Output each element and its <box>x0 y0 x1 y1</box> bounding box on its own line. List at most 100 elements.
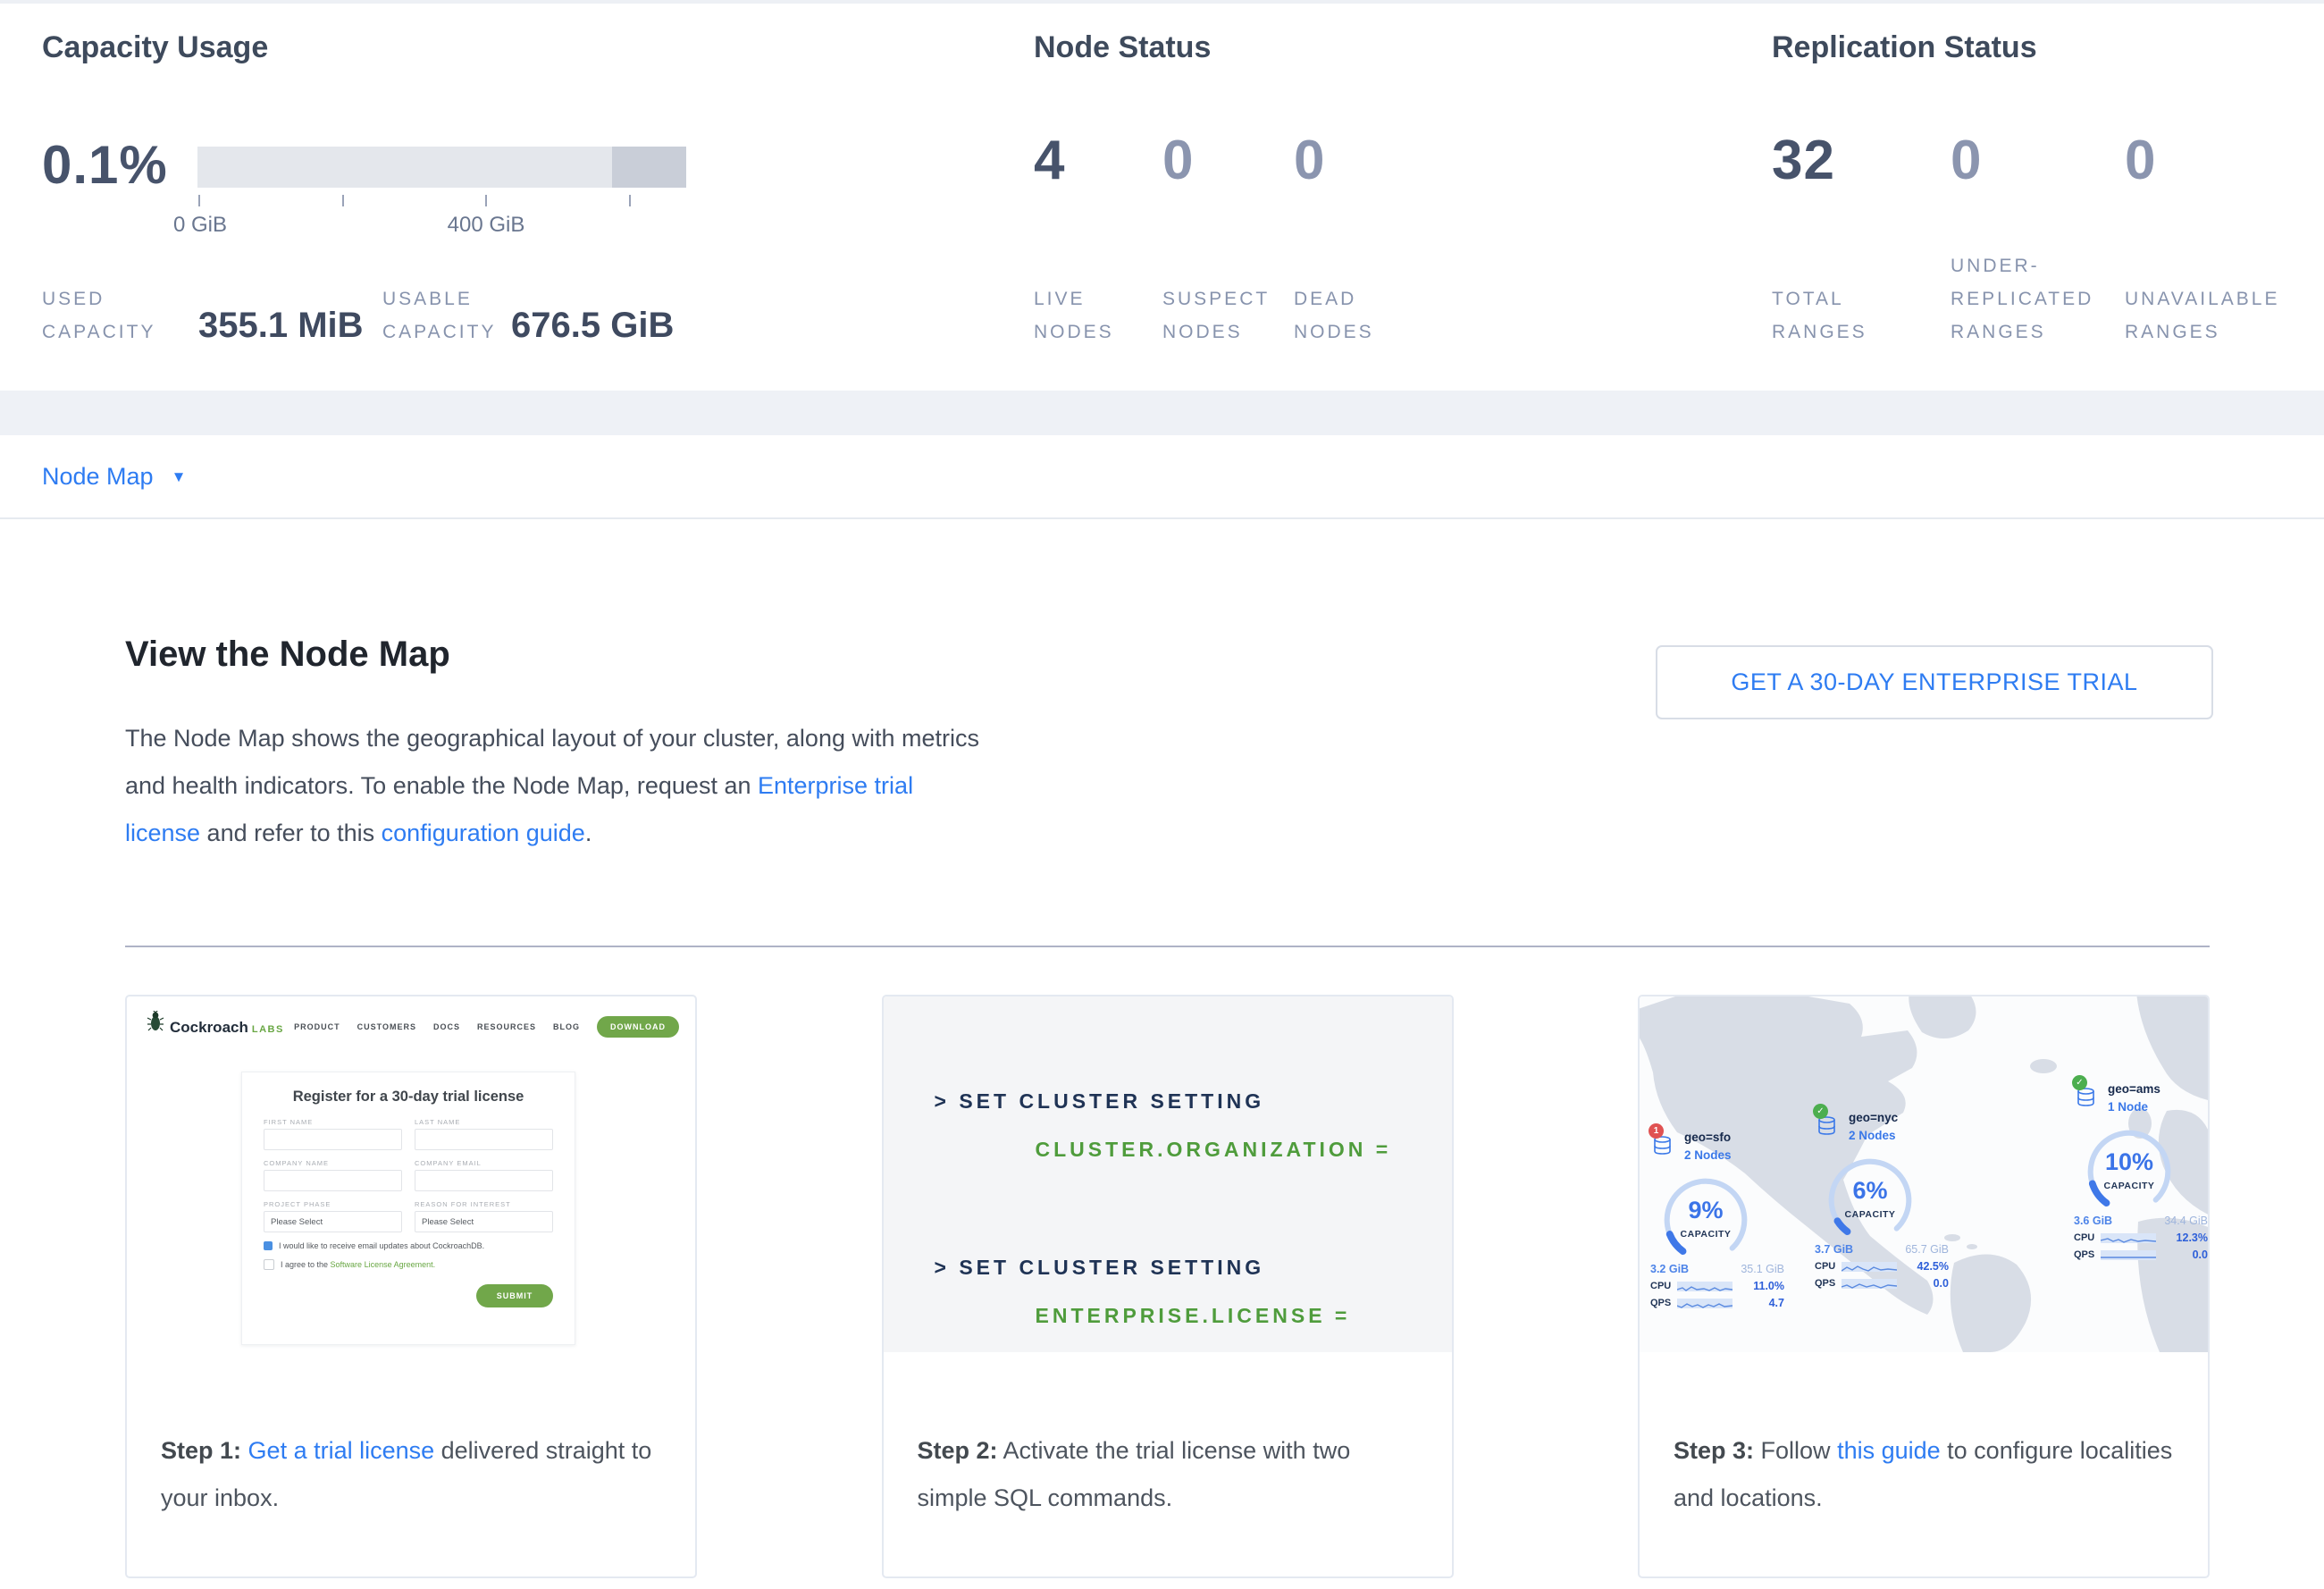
node-count: 2 Nodes <box>1849 1127 1951 1145</box>
section-gap <box>0 391 2324 435</box>
capacity-gauge: 10% CAPACITY <box>2083 1125 2176 1215</box>
usable-capacity-label: USABLE CAPACITY <box>382 282 496 349</box>
sql-line: CLUSTER.ORGANIZATION = <box>1036 1138 1392 1162</box>
page-title: View the Node Map <box>125 635 450 675</box>
unavailable-ranges-label: UNAVAILABLE RANGES <box>2125 282 2279 349</box>
map-node-nyc: ✓ geo=nyc 2 Nodes <box>1815 1109 1951 1290</box>
under-replicated-ranges-count: 0 <box>1951 129 1982 192</box>
company-name-field <box>264 1170 402 1191</box>
capacity-gauge: 6% CAPACITY <box>1824 1154 1917 1243</box>
qps-stat: QPS 0.0 <box>2074 1248 2208 1261</box>
node-count: 1 Node <box>2108 1098 2210 1116</box>
site-header: Cockroach LABS PRODUCT CUSTOMERS DOCS RE… <box>127 996 695 1050</box>
warning-badge-icon: 1 <box>1649 1123 1664 1139</box>
dead-nodes-label: DEAD NODES <box>1294 282 1374 349</box>
configuration-guide-link[interactable]: configuration guide <box>382 820 585 846</box>
capacity-tick-label-0: 0 GiB <box>173 213 227 238</box>
step1-caption: Step 1: Get a trial license delivered st… <box>161 1427 667 1522</box>
cpu-sparkline <box>2101 1233 2156 1243</box>
company-email-label: COMPANY EMAIL <box>415 1159 553 1167</box>
under-replicated-ranges-label: UNDER- REPLICATED RANGES <box>1951 249 2093 349</box>
cluster-overview-page: Capacity Usage 0.1% 0 GiB 400 GiB USED C… <box>0 0 2324 1589</box>
download-button: DOWNLOAD <box>597 1016 679 1038</box>
step3-caption: Step 3: Follow this guide to configure l… <box>1674 1427 2179 1522</box>
caret-down-icon[interactable]: ▼ <box>172 468 187 486</box>
used-capacity-value: 355.1 MiB <box>198 306 364 346</box>
nav-product: PRODUCT <box>294 1022 340 1031</box>
cpu-stat: CPU 12.3% <box>2074 1232 2208 1244</box>
sql-snippet: > SET CLUSTER SETTING CLUSTER.ORGANIZATI… <box>884 996 1452 1352</box>
step2-caption: Step 2: Activate the trial license with … <box>918 1427 1423 1522</box>
total-ranges-count: 32 <box>1772 129 1835 192</box>
email-updates-checkbox-row: I would like to receive email updates ab… <box>264 1241 553 1250</box>
cpu-stat: CPU 11.0% <box>1650 1280 1784 1292</box>
last-name-field <box>415 1129 553 1150</box>
reason-label: REASON FOR INTEREST <box>415 1200 553 1208</box>
locality-name: geo=ams <box>2108 1080 2210 1098</box>
nav-customers: CUSTOMERS <box>357 1022 416 1031</box>
node-map-dropdown[interactable]: Node Map ▼ <box>0 435 2324 519</box>
suspect-nodes-label: SUSPECT NODES <box>1162 282 1270 349</box>
node-map-description: The Node Map shows the geographical layo… <box>125 715 983 857</box>
qps-stat: QPS 0.0 <box>1815 1277 1949 1290</box>
node-map-preview: 1 geo=sfo 2 Nodes <box>1640 996 2210 1352</box>
node-map-dropdown-label[interactable]: Node Map <box>42 463 154 491</box>
company-name-label: COMPANY NAME <box>264 1159 402 1167</box>
healthy-badge-icon: ✓ <box>1813 1104 1828 1119</box>
license-agreement-checkbox-row: I agree to the Software License Agreemen… <box>264 1259 553 1270</box>
cpu-sparkline <box>1842 1262 1897 1272</box>
capacity-axis-tick <box>629 195 631 206</box>
locality-name: geo=nyc <box>1849 1109 1951 1127</box>
step3-card: 1 geo=sfo 2 Nodes <box>1638 995 2210 1578</box>
capacity-gauge: 9% CAPACITY <box>1659 1173 1752 1263</box>
capacity-bar-reserved-segment <box>612 147 686 188</box>
form-title: Register for a 30-day trial license <box>264 1089 553 1106</box>
get-enterprise-trial-button[interactable]: GET A 30-DAY ENTERPRISE TRIAL <box>1656 645 2213 719</box>
usable-capacity-value: 676.5 GiB <box>511 306 674 346</box>
company-email-field <box>415 1170 553 1191</box>
section-divider <box>125 946 2210 947</box>
locality-name: geo=sfo <box>1684 1129 1786 1147</box>
software-license-link: Software License Agreement. <box>331 1260 436 1269</box>
roach-icon <box>147 1011 164 1032</box>
reason-select: Please Select <box>415 1211 553 1232</box>
this-guide-link[interactable]: this guide <box>1837 1437 1941 1464</box>
trial-license-form: Register for a 30-day trial license FIRS… <box>241 1072 575 1345</box>
step1-card: Cockroach LABS PRODUCT CUSTOMERS DOCS RE… <box>125 995 697 1578</box>
qps-sparkline <box>2101 1250 2156 1260</box>
cockroach-labs-logo: Cockroach LABS <box>147 1011 284 1037</box>
node-status-title: Node Status <box>1034 30 1211 65</box>
map-node-sfo: 1 geo=sfo 2 Nodes <box>1650 1129 1786 1309</box>
total-ranges-label: TOTAL RANGES <box>1772 282 1867 349</box>
capacity-axis-tick <box>198 195 200 206</box>
database-icon <box>2076 1088 2096 1107</box>
cpu-sparkline <box>1677 1282 1733 1291</box>
last-name-label: LAST NAME <box>415 1118 553 1126</box>
capacity-axis-tick <box>485 195 487 206</box>
nav-blog: BLOG <box>553 1022 580 1031</box>
dead-nodes-count: 0 <box>1294 129 1325 192</box>
capacity-tick-label-400: 400 GiB <box>448 213 525 238</box>
first-name-label: FIRST NAME <box>264 1118 402 1126</box>
first-name-field <box>264 1129 402 1150</box>
project-phase-select: Please Select <box>264 1211 402 1232</box>
cpu-stat: CPU 42.5% <box>1815 1260 1949 1273</box>
step2-card: > SET CLUSTER SETTING CLUSTER.ORGANIZATI… <box>882 995 1454 1578</box>
checkbox-empty-icon <box>264 1259 274 1270</box>
live-nodes-label: LIVE NODES <box>1034 282 1114 349</box>
healthy-badge-icon: ✓ <box>2072 1075 2087 1090</box>
submit-button: SUBMIT <box>476 1284 553 1307</box>
sql-line: > SET CLUSTER SETTING <box>935 1089 1265 1114</box>
used-capacity-label: USED CAPACITY <box>42 282 155 349</box>
unavailable-ranges-count: 0 <box>2125 129 2156 192</box>
replication-status-title: Replication Status <box>1772 30 2037 65</box>
site-nav: PRODUCT CUSTOMERS DOCS RESOURCES BLOG DO… <box>294 1016 679 1038</box>
get-trial-license-link[interactable]: Get a trial license <box>248 1437 435 1464</box>
database-icon <box>1652 1136 1673 1156</box>
qps-sparkline <box>1842 1279 1897 1289</box>
trial-steps-cards: Cockroach LABS PRODUCT CUSTOMERS DOCS RE… <box>125 995 2210 1578</box>
project-phase-label: PROJECT PHASE <box>264 1200 402 1208</box>
cluster-summary-bar: Capacity Usage 0.1% 0 GiB 400 GiB USED C… <box>0 4 2324 391</box>
database-icon <box>1816 1116 1837 1136</box>
nav-resources: RESOURCES <box>477 1022 536 1031</box>
